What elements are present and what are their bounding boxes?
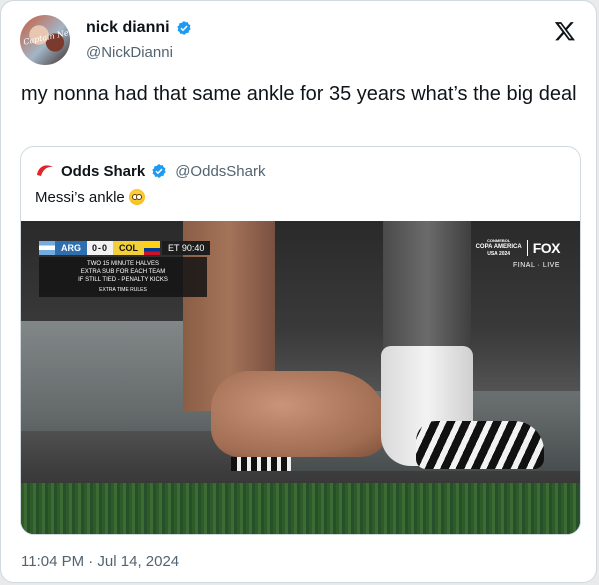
rules-line: IF STILL TIED - PENALTY KICKS bbox=[78, 277, 168, 283]
score-bug-top: ARG 0-0 COL ET 90:40 bbox=[39, 241, 259, 255]
flushed-face-emoji-icon bbox=[128, 189, 145, 205]
extra-time-rules: TWO 15 MINUTE HALVES EXTRA SUB FOR EACH … bbox=[39, 257, 207, 297]
odds-shark-logo-icon[interactable] bbox=[35, 161, 55, 181]
score-clock: ET 90:40 bbox=[162, 241, 211, 255]
copa-line3: USA 2024 bbox=[487, 251, 511, 257]
quoted-display-name: Odds Shark bbox=[61, 162, 146, 180]
quoted-handle: @OddsShark bbox=[175, 162, 266, 180]
x-logo-icon[interactable] bbox=[554, 20, 576, 42]
fox-logo: FOX bbox=[526, 239, 561, 256]
quoted-media-image[interactable]: ARG 0-0 COL ET 90:40 TWO 15 MINUTE HALVE… bbox=[21, 221, 580, 534]
copa-line2: COPA AMERICA bbox=[475, 244, 522, 250]
media-grass bbox=[21, 483, 580, 534]
quoted-tweet[interactable]: Odds Shark @OddsShark Messi’s ankle ARG … bbox=[20, 146, 581, 535]
rules-line: TWO 15 MINUTE HALVES bbox=[87, 261, 159, 267]
tweet-timestamp[interactable]: 11:04 PM · Jul 14, 2024 bbox=[21, 553, 179, 570]
score-value: 0-0 bbox=[87, 241, 114, 255]
verified-badge-icon bbox=[176, 21, 191, 35]
media-swollen-foot bbox=[211, 371, 389, 457]
score-team2: COL bbox=[113, 241, 145, 255]
copa-america-logo: CONMEBOL COPA AMERICA USA 2024 bbox=[476, 237, 522, 258]
broadcast-logo-row: CONMEBOL COPA AMERICA USA 2024 FOX bbox=[476, 237, 561, 258]
rules-line: EXTRA SUB FOR EACH TEAM bbox=[80, 269, 166, 275]
tweet-text: my nonna had that same ankle for 35 year… bbox=[21, 83, 577, 105]
broadcast-branding: CONMEBOL COPA AMERICA USA 2024 FOX FINAL… bbox=[476, 237, 561, 269]
score-bug: ARG 0-0 COL ET 90:40 TWO 15 MINUTE HALVE… bbox=[39, 241, 259, 297]
avatar-caption: Captain Ne bbox=[22, 28, 70, 47]
author-handle[interactable]: @NickDianni bbox=[86, 44, 173, 61]
author-avatar[interactable]: Captain Ne bbox=[20, 15, 70, 65]
quoted-verified-badge-icon bbox=[152, 164, 166, 178]
media-left-slide bbox=[231, 457, 291, 471]
quoted-text: Messi’s ankle bbox=[35, 189, 125, 206]
colombia-flag-icon bbox=[144, 241, 161, 255]
quoted-text-row: Messi’s ankle bbox=[35, 189, 145, 206]
argentina-flag-icon bbox=[39, 241, 55, 255]
tweet-card: Captain Ne nick dianni @NickDianni my no… bbox=[0, 0, 597, 583]
media-right-slide bbox=[416, 421, 544, 469]
broadcast-status: FINAL · LIVE bbox=[513, 262, 560, 269]
rules-caption: EXTRA TIME RULES bbox=[99, 287, 147, 293]
author-name-row: nick dianni bbox=[86, 19, 192, 37]
copa-line1: CONMEBOL bbox=[486, 238, 511, 243]
author-display-name[interactable]: nick dianni bbox=[86, 19, 170, 37]
score-team1: ARG bbox=[55, 241, 87, 255]
quoted-header: Odds Shark @OddsShark bbox=[35, 161, 265, 181]
